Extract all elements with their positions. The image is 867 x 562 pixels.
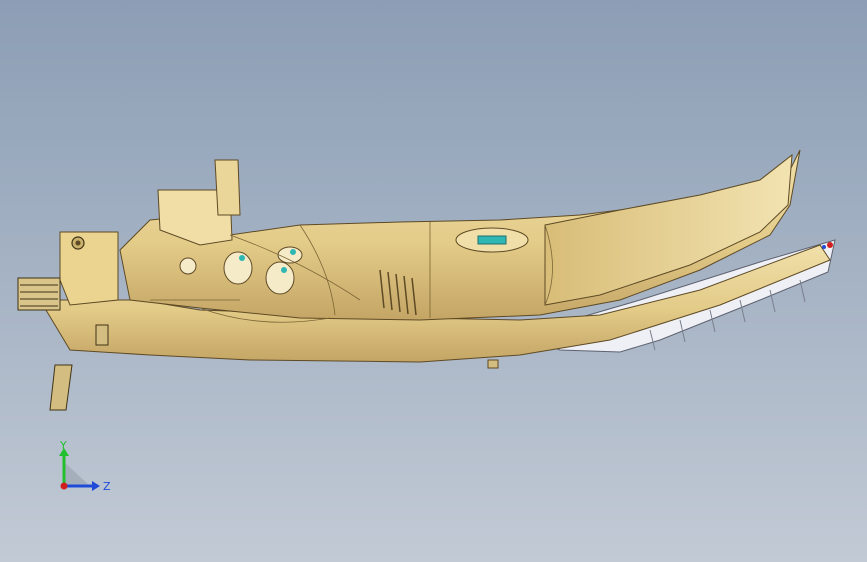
axis-triad: Y Z <box>59 440 111 493</box>
left-panel <box>59 231 119 306</box>
3d-model-part[interactable] <box>0 0 867 562</box>
hole-small <box>179 257 197 275</box>
triad-plane <box>64 462 90 486</box>
z-axis-arrow <box>92 481 100 491</box>
hole-2 <box>265 261 295 295</box>
left-leg <box>49 364 73 411</box>
bottom-tab <box>487 359 499 369</box>
x-axis-dot <box>60 482 68 490</box>
left-grille <box>17 277 61 311</box>
z-axis-label: Z <box>103 480 111 493</box>
hole-3 <box>277 246 303 264</box>
front-post <box>214 159 241 216</box>
cad-3d-viewport[interactable]: Y Z <box>0 0 867 562</box>
y-axis-label: Y <box>59 440 67 452</box>
hole-1 <box>223 251 253 285</box>
